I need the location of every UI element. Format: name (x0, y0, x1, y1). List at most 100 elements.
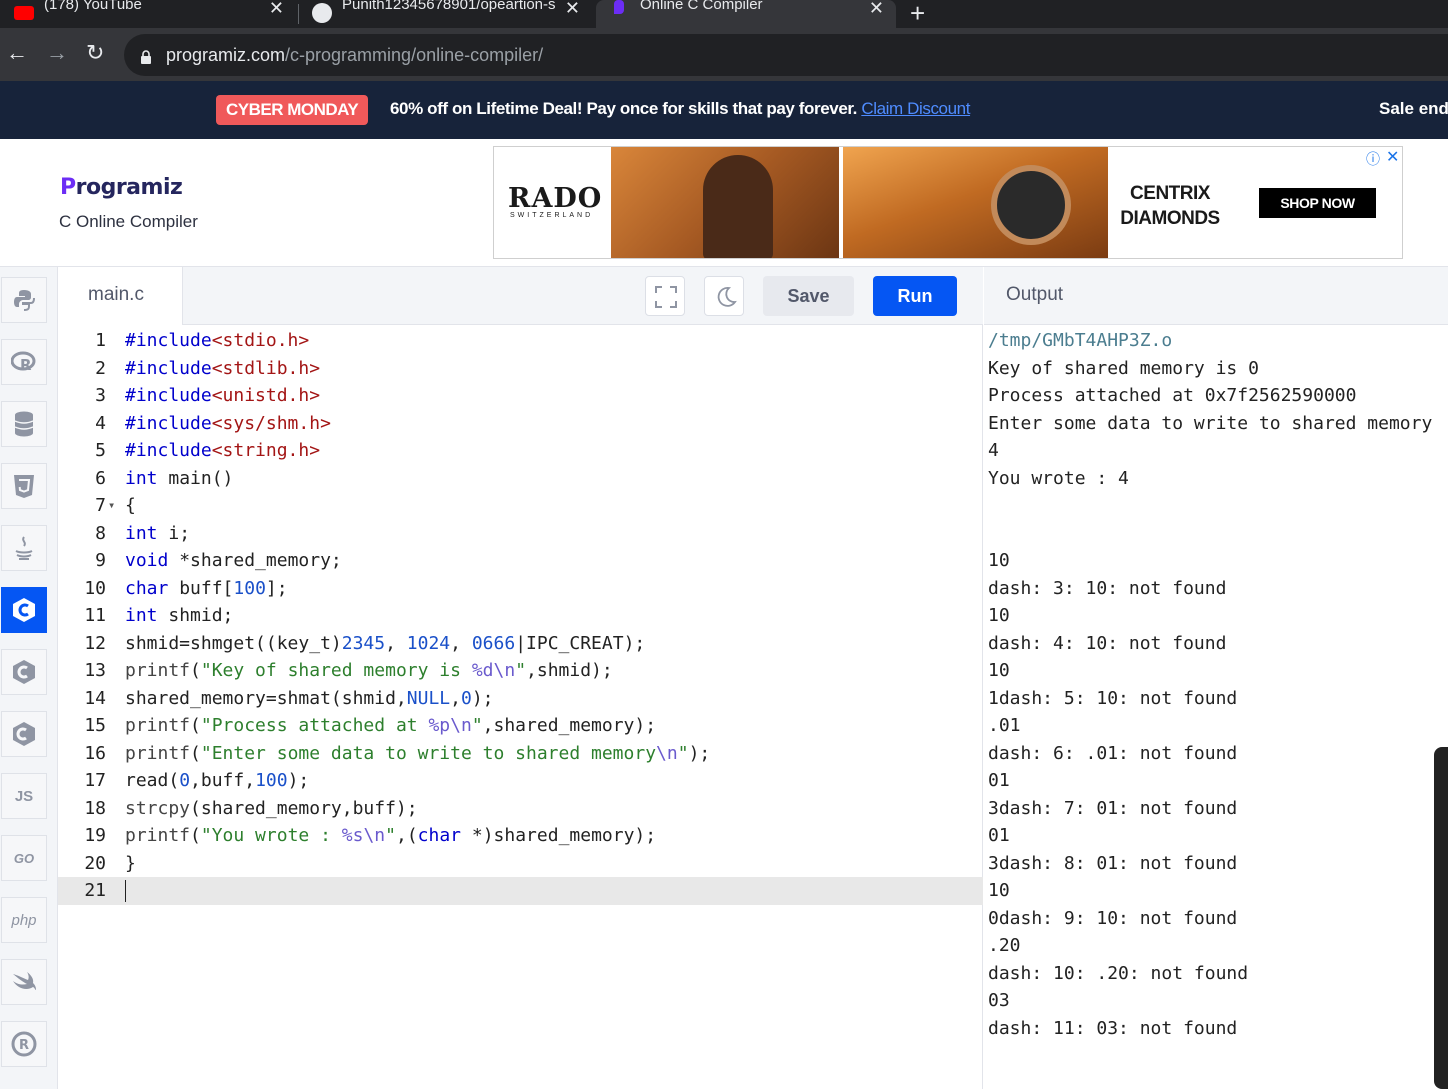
forward-arrow-icon[interactable]: → (46, 40, 68, 66)
go-label: GO (13, 850, 35, 866)
php-label: php (11, 911, 37, 929)
database-icon[interactable] (1, 401, 47, 447)
close-icon[interactable]: ✕ (1386, 147, 1399, 167)
cpp-icon[interactable] (1, 649, 47, 695)
output-line: dash: 4: 10: not found (988, 632, 1227, 654)
code-text: printf("Process attached at %p\n",shared… (125, 715, 657, 736)
output-console[interactable]: /tmp/GMbT4AHP3Z.o Key of shared memory is… (984, 325, 1448, 1089)
code-line[interactable]: 11 int shmid; (58, 602, 983, 630)
reload-icon[interactable]: ↻ (86, 40, 104, 66)
close-icon[interactable]: ✕ (565, 0, 580, 19)
code-text: printf("Enter some data to write to shar… (125, 742, 711, 764)
ad-brand: RADO (508, 183, 603, 214)
lock-icon (140, 48, 152, 64)
line-number: 16 (84, 742, 106, 764)
tab-separator (298, 4, 299, 24)
code-line[interactable]: 2 #include<stdlib.h> (58, 355, 983, 383)
tab-github[interactable]: Punith12345678901/opeartion-s ✕ (300, 0, 592, 28)
code-line[interactable]: 20} (58, 850, 983, 878)
back-arrow-icon[interactable]: ← (6, 40, 28, 66)
dark-mode-moon-icon[interactable] (704, 276, 744, 316)
code-text: { (125, 495, 136, 516)
info-icon[interactable]: ⓘ (1366, 149, 1380, 169)
swift-icon[interactable] (1, 959, 47, 1005)
code-line[interactable]: 9 void *shared_memory; (58, 547, 983, 575)
code-line[interactable]: 4 #include<sys/shm.h> (58, 410, 983, 438)
output-line: dash: 10: .20: not found (988, 962, 1249, 984)
line-number: 9 (95, 550, 106, 571)
programiz-icon (614, 0, 624, 14)
code-line[interactable]: 10 char buff[100]; (58, 575, 983, 603)
code-line[interactable]: 13 printf("Key of shared memory is %d\n",… (58, 657, 983, 685)
code-line[interactable]: 14 shared_memory=shmat(shmid,NULL,0); (58, 685, 983, 713)
browser-tab-strip: (178) YouTube ✕ Punith12345678901/opeart… (0, 0, 1448, 28)
output-header: Output (984, 267, 1448, 325)
new-tab-button[interactable]: + (910, 0, 925, 29)
output-line: 10 (988, 550, 1010, 571)
promo-sale-end: Sale end (1379, 99, 1448, 118)
programiz-logo[interactable]: Programiz (60, 175, 183, 200)
line-number: 4 (95, 412, 106, 434)
code-line[interactable]: 16 printf("Enter some data to write to sh… (58, 740, 983, 768)
code-line[interactable]: 8 int i; (58, 520, 983, 548)
output-line: dash: 3: 10: not found (988, 577, 1227, 599)
code-line[interactable]: 15 printf("Process attached at %p\n",shar… (58, 712, 983, 740)
page-title: C Online Compiler (59, 212, 198, 231)
java-icon[interactable] (1, 525, 47, 571)
run-button[interactable]: Run (873, 276, 957, 316)
advertisement-banner[interactable]: RADO SWITZERLAND CENTRIX DIAMONDS SHOP N… (493, 146, 1403, 259)
code-line[interactable]: 17 read(0,buff,100); (58, 767, 983, 795)
line-number: 7 (95, 495, 106, 516)
go-icon[interactable]: GO (1, 835, 47, 881)
claim-discount-link[interactable]: Claim Discount (861, 99, 970, 118)
tab-youtube[interactable]: (178) YouTube ✕ (0, 0, 296, 28)
r-language-icon[interactable]: R (1, 339, 47, 385)
url-input[interactable]: programiz.com/c-programming/online-compi… (124, 34, 1448, 76)
code-line[interactable]: 21 (58, 877, 983, 905)
php-icon[interactable]: php (1, 897, 47, 943)
python-icon[interactable] (1, 277, 47, 323)
output-line: 03 (988, 990, 1010, 1011)
code-line[interactable]: 5 #include<string.h> (58, 437, 983, 465)
fold-arrow-icon[interactable]: ▾ (108, 492, 115, 520)
code-line[interactable]: 1 #include<stdio.h> (58, 327, 983, 355)
scrollbar-thumb[interactable] (1434, 747, 1448, 1089)
line-number: 14 (84, 687, 106, 709)
editor-toolbar: main.c Save Run (58, 267, 983, 325)
code-editor[interactable]: 1 #include<stdio.h> 2 #include<stdlib.h> 3 #i… (58, 325, 983, 1089)
address-bar: ← → ↻ programiz.com/c-programming/online… (0, 28, 1448, 81)
logo-text: rogramiz (75, 175, 183, 200)
shop-now-button[interactable]: SHOP NOW (1259, 188, 1376, 218)
line-number: 10 (84, 577, 106, 599)
javascript-label: JS (14, 787, 34, 805)
javascript-icon[interactable]: JS (1, 773, 47, 819)
rust-icon[interactable]: R (1, 1021, 47, 1067)
code-text: #include<string.h> (125, 440, 321, 461)
code-text: read(0,buff,100); (125, 770, 310, 791)
close-icon[interactable]: ✕ (869, 0, 884, 19)
code-line[interactable]: 19 printf("You wrote : %s\n",(char *)shar… (58, 822, 983, 850)
html5-icon[interactable] (1, 463, 47, 509)
csharp-icon[interactable] (1, 711, 47, 757)
promo-text: 60% off on Lifetime Deal! Pay once for s… (390, 99, 970, 119)
file-tab-main-c[interactable]: main.c (58, 267, 183, 325)
close-icon[interactable]: ✕ (269, 0, 284, 19)
ad-watch-image (843, 147, 1108, 258)
code-text: void *shared_memory; (125, 550, 342, 571)
fullscreen-icon[interactable] (645, 276, 685, 316)
save-button[interactable]: Save (763, 276, 854, 316)
ad-brand-sub: SWITZERLAND (510, 212, 594, 219)
promo-message: 60% off on Lifetime Deal! Pay once for s… (390, 99, 862, 118)
output-line: /tmp/GMbT4AHP3Z.o (988, 330, 1173, 351)
code-text: int shmid; (125, 605, 234, 626)
code-line[interactable]: 18 strcpy(shared_memory,buff); (58, 795, 983, 823)
url-path: /c-programming/online-compiler/ (285, 44, 544, 65)
c-language-icon[interactable] (1, 587, 47, 633)
tab-online-c-compiler[interactable]: Online C Compiler ✕ (596, 0, 896, 28)
code-line[interactable]: 3 #include<unistd.h> (58, 382, 983, 410)
code-line[interactable]: 7 ▾ { (58, 492, 983, 520)
output-line: dash: 11: 03: not found (988, 1017, 1238, 1039)
code-line[interactable]: 6 int main() (58, 465, 983, 493)
ad-person-shape (703, 155, 773, 258)
code-line[interactable]: 12 shmid=shmget((key_t)2345, 1024, 0666|I… (58, 630, 983, 658)
